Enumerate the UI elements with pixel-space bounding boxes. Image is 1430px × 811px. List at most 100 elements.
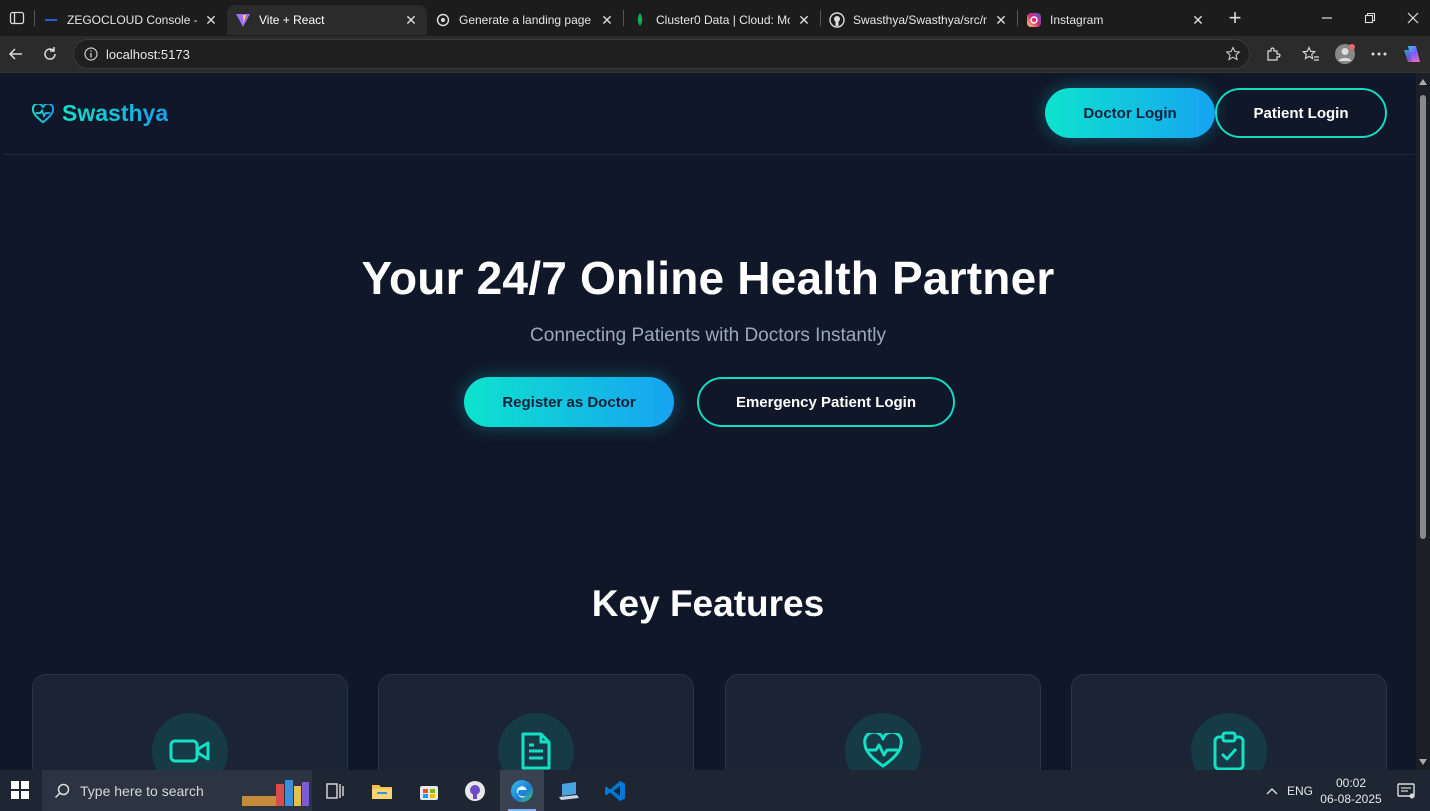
back-arrow-icon xyxy=(8,48,22,60)
tab-instagram[interactable]: Instagram ✕ xyxy=(1018,5,1214,35)
browser-toolbar: localhost:5173 xyxy=(0,36,1430,72)
task-view-button[interactable] xyxy=(313,770,357,811)
minimize-icon xyxy=(1322,17,1332,19)
avatar xyxy=(1335,44,1355,64)
edge-icon xyxy=(511,779,533,802)
scroll-up-arrow-icon[interactable] xyxy=(1419,79,1427,85)
hero-subtitle: Connecting Patients with Doctors Instant… xyxy=(530,325,886,346)
notification-icon xyxy=(1397,782,1415,798)
tab-title: Cluster0 Data | Cloud: Mong xyxy=(656,13,790,27)
openai-icon xyxy=(435,12,451,28)
favorites-button[interactable] xyxy=(1297,40,1325,68)
back-button[interactable] xyxy=(2,40,30,68)
search-placeholder: Type here to search xyxy=(80,782,204,799)
hero-title: Your 24/7 Online Health Partner xyxy=(361,252,1055,304)
web-page-viewport: Swasthya Doctor Login Patient Login Your… xyxy=(0,72,1430,770)
refresh-button[interactable] xyxy=(36,40,64,68)
scroll-down-arrow-icon[interactable] xyxy=(1419,759,1427,765)
emergency-patient-login-button[interactable]: Emergency Patient Login xyxy=(697,377,955,427)
copilot-icon xyxy=(1404,46,1420,62)
minimize-button[interactable] xyxy=(1305,0,1349,36)
url-text: localhost:5173 xyxy=(106,46,190,62)
tab-title: ZEGOCLOUD Console - Proje xyxy=(67,13,197,27)
folder-icon xyxy=(372,784,392,799)
close-icon xyxy=(1407,12,1419,24)
tab-mongodb[interactable]: Cluster0 Data | Cloud: Mong ✕ xyxy=(624,5,820,35)
more-dots-icon xyxy=(1371,52,1387,56)
tab-zegocloud[interactable]: ZEGOCLOUD Console - Proje ✕ xyxy=(35,5,227,35)
heart-pulse-logo-icon xyxy=(32,103,54,123)
github-desktop-icon xyxy=(465,780,485,801)
close-tab-icon[interactable]: ✕ xyxy=(993,12,1009,29)
extensions-button[interactable] xyxy=(1259,40,1287,68)
register-as-doctor-button[interactable]: Register as Doctor xyxy=(464,377,674,427)
search-icon xyxy=(54,783,70,798)
address-bar[interactable]: localhost:5173 xyxy=(73,39,1250,69)
tab-actions-icon xyxy=(9,11,25,25)
heart-pulse-icon xyxy=(845,713,921,770)
start-button[interactable] xyxy=(10,780,30,805)
close-tab-icon[interactable]: ✕ xyxy=(403,12,419,29)
tab-vite-react[interactable]: Vite + React ✕ xyxy=(227,5,427,35)
scrollbar-thumb[interactable] xyxy=(1420,95,1426,539)
site-info-icon[interactable] xyxy=(84,47,98,61)
feature-card-records xyxy=(378,674,694,770)
windows-logo-icon xyxy=(11,781,29,799)
feature-card-video xyxy=(32,674,348,770)
feature-card-health xyxy=(725,674,1041,770)
books-icon xyxy=(242,780,309,806)
tab-chatgpt[interactable]: Generate a landing page of ✕ xyxy=(427,5,623,35)
close-window-button[interactable] xyxy=(1391,0,1430,36)
tab-title: Swasthya/Swasthya/src/main xyxy=(853,13,987,27)
laptop-icon xyxy=(559,781,579,800)
instagram-icon xyxy=(1026,12,1042,28)
close-tab-icon[interactable]: ✕ xyxy=(796,12,812,29)
document-icon xyxy=(498,713,574,770)
refresh-icon xyxy=(44,47,56,60)
clock-date: 06-08-2025 xyxy=(1320,792,1382,806)
profile-button[interactable] xyxy=(1331,40,1359,68)
new-tab-button[interactable]: + xyxy=(1220,3,1250,33)
patient-login-button[interactable]: Patient Login xyxy=(1215,88,1387,138)
site-navbar: Swasthya Doctor Login Patient Login xyxy=(4,75,1414,155)
restore-button[interactable] xyxy=(1348,0,1392,36)
system-clock[interactable]: 00:02 06-08-2025 xyxy=(1316,775,1386,807)
tab-title: Generate a landing page of xyxy=(459,13,593,27)
taskbar-search-box[interactable]: Type here to search xyxy=(42,770,312,811)
copilot-button[interactable] xyxy=(1400,40,1428,68)
page-scrollbar[interactable] xyxy=(1416,73,1430,770)
features-heading: Key Features xyxy=(591,583,825,624)
windows-taskbar: Type here to search ENG 00:02 06-08-2025 xyxy=(0,770,1430,811)
feature-card-prescription xyxy=(1071,674,1387,770)
vscode-app[interactable] xyxy=(593,770,637,811)
file-explorer-app[interactable] xyxy=(360,770,404,811)
tab-title: Instagram xyxy=(1050,13,1104,27)
close-tab-icon[interactable]: ✕ xyxy=(599,12,615,29)
brand-logo[interactable]: Swasthya xyxy=(32,100,168,127)
restore-icon xyxy=(1364,12,1376,24)
vite-icon xyxy=(235,12,251,28)
vscode-icon xyxy=(605,780,625,801)
doctor-login-button[interactable]: Doctor Login xyxy=(1045,88,1215,138)
github-icon xyxy=(829,12,845,28)
github-desktop-app[interactable] xyxy=(453,770,497,811)
show-hidden-icons-button[interactable] xyxy=(1260,770,1284,811)
favorite-star-icon[interactable] xyxy=(1225,46,1241,67)
close-tab-icon[interactable]: ✕ xyxy=(203,12,219,29)
edge-browser-app[interactable] xyxy=(500,770,544,811)
tab-actions-button[interactable] xyxy=(0,0,34,36)
brand-name: Swasthya xyxy=(62,100,169,126)
language-indicator[interactable]: ENG xyxy=(1286,770,1314,811)
close-tab-icon[interactable]: ✕ xyxy=(1190,12,1206,29)
video-camera-icon xyxy=(152,713,228,770)
tab-title: Vite + React xyxy=(259,13,325,27)
microsoft-store-app[interactable] xyxy=(407,770,451,811)
chevron-up-icon xyxy=(1266,787,1278,794)
tab-github[interactable]: Swasthya/Swasthya/src/main ✕ xyxy=(821,5,1017,35)
favorites-icon xyxy=(1302,46,1319,61)
clock-time: 00:02 xyxy=(1335,776,1367,790)
settings-menu-button[interactable] xyxy=(1365,40,1393,68)
remote-desktop-app[interactable] xyxy=(547,770,591,811)
store-icon xyxy=(420,785,438,800)
notifications-button[interactable] xyxy=(1392,770,1420,811)
